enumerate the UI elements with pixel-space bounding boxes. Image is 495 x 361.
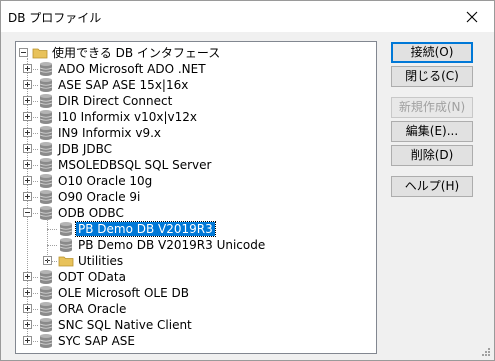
tree-item-label: ORA Oracle bbox=[58, 302, 127, 316]
tree-item-label: IN9 Informix v9.x bbox=[58, 126, 161, 140]
expand-toggle[interactable] bbox=[23, 80, 32, 89]
database-icon bbox=[59, 222, 73, 236]
database-icon bbox=[39, 206, 53, 220]
expand-toggle[interactable] bbox=[23, 288, 32, 297]
tree-item-label: O90 Oracle 9i bbox=[58, 190, 141, 204]
tree-connector bbox=[47, 229, 57, 230]
folder-icon bbox=[32, 48, 48, 59]
selected-profile-label: PB Demo DB V2019R3 bbox=[75, 221, 216, 237]
database-icon bbox=[39, 158, 53, 172]
collapse-root-toggle[interactable] bbox=[19, 48, 28, 57]
title-bar: DB プロファイル bbox=[1, 1, 494, 32]
folder-icon bbox=[58, 256, 74, 267]
expand-toggle[interactable] bbox=[23, 160, 32, 169]
delete-button[interactable]: 削除(D) bbox=[391, 145, 473, 166]
tree-item-label: DIR Direct Connect bbox=[58, 94, 173, 108]
expand-toggle[interactable] bbox=[23, 128, 32, 137]
expand-toggle[interactable] bbox=[23, 304, 32, 313]
database-icon bbox=[59, 238, 73, 252]
window-title: DB プロファイル bbox=[8, 11, 102, 25]
database-icon bbox=[39, 334, 53, 348]
database-icon bbox=[39, 94, 53, 108]
expand-toggle[interactable] bbox=[23, 192, 32, 201]
tree-item-label: JDB JDBC bbox=[58, 142, 113, 156]
tree-connector bbox=[47, 219, 48, 261]
tree-item-label: O10 Oracle 10g bbox=[58, 174, 153, 188]
expand-toggle[interactable] bbox=[23, 144, 32, 153]
tree-item-label: PB Demo DB V2019R3 Unicode bbox=[78, 238, 266, 252]
database-icon bbox=[39, 318, 53, 332]
edit-button[interactable]: 編集(E)... bbox=[391, 121, 473, 142]
expand-toggle[interactable] bbox=[23, 112, 32, 121]
tree-root-label: 使用できる DB インタフェース bbox=[52, 46, 221, 60]
db-profile-dialog: DB プロファイル 使用できる DB インタフェース ADO Microsoft … bbox=[0, 0, 495, 361]
collapse-toggle[interactable] bbox=[23, 208, 32, 217]
database-icon bbox=[39, 110, 53, 124]
tree-item-label: MSOLEDBSQL SQL Server bbox=[58, 158, 212, 172]
expand-toggle[interactable] bbox=[23, 336, 32, 345]
tree-connector bbox=[47, 245, 57, 246]
database-icon bbox=[39, 78, 53, 92]
tree-item-label: ODB ODBC bbox=[58, 206, 124, 220]
help-button[interactable]: ヘルプ(H) bbox=[391, 176, 473, 197]
close-window-button[interactable] bbox=[450, 1, 494, 32]
database-icon bbox=[39, 286, 53, 300]
database-icon bbox=[39, 142, 53, 156]
expand-toggle[interactable] bbox=[23, 320, 32, 329]
database-icon bbox=[39, 190, 53, 204]
tree-item-label: SYC SAP ASE bbox=[58, 334, 135, 348]
tree-item-label: SNC SQL Native Client bbox=[58, 318, 192, 332]
expand-toggle[interactable] bbox=[23, 272, 32, 281]
tree-item-label: OLE Microsoft OLE DB bbox=[58, 286, 189, 300]
expand-toggle[interactable] bbox=[23, 176, 32, 185]
db-interface-tree[interactable]: 使用できる DB インタフェース ADO Microsoft ADO .NET AS… bbox=[15, 41, 377, 354]
tree-item-label: ODT OData bbox=[58, 270, 126, 284]
tree-item-label: ASE SAP ASE 15x|16x bbox=[58, 78, 189, 92]
database-icon bbox=[39, 302, 53, 316]
new-button: 新規作成(N) bbox=[391, 97, 473, 118]
tree-item-label: Utilities bbox=[78, 254, 124, 268]
database-icon bbox=[39, 62, 53, 76]
expand-toggle[interactable] bbox=[23, 96, 32, 105]
expand-toggle[interactable] bbox=[23, 64, 32, 73]
resize-grip-icon[interactable] bbox=[479, 345, 491, 357]
database-icon bbox=[39, 174, 53, 188]
connect-button[interactable]: 接続(O) bbox=[391, 42, 473, 63]
database-icon bbox=[39, 270, 53, 284]
close-button[interactable]: 閉じる(C) bbox=[391, 66, 473, 87]
close-icon bbox=[466, 11, 478, 22]
tree-item-label: I10 Informix v10x|v12x bbox=[58, 110, 197, 124]
database-icon bbox=[39, 126, 53, 140]
tree-item-label: ADO Microsoft ADO .NET bbox=[58, 62, 206, 76]
